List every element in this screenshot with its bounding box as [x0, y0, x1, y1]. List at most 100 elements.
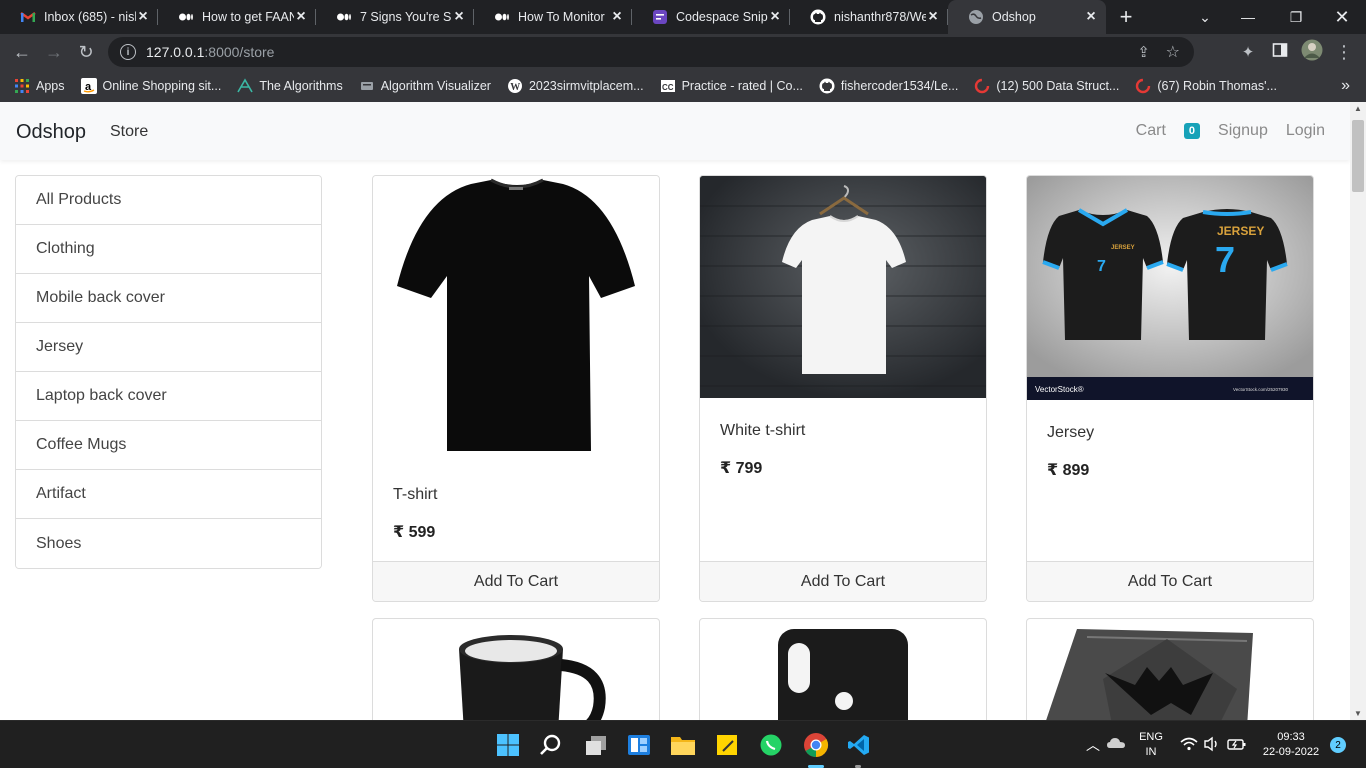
widgets-icon[interactable] — [623, 729, 655, 761]
category-item[interactable]: Clothing — [16, 225, 321, 274]
cart-link[interactable]: Cart 0 — [1118, 122, 1201, 140]
page-scrollbar[interactable]: ▲ ▼ — [1350, 102, 1366, 720]
battery-icon[interactable] — [1227, 736, 1247, 757]
tab-title: 7 Signs You're Sm — [360, 10, 452, 24]
whatsapp-icon[interactable] — [755, 729, 787, 761]
github-icon — [810, 9, 826, 25]
chevron-down-icon: ⌄ — [1199, 8, 1211, 25]
restore-button[interactable]: ❐ — [1274, 0, 1318, 34]
profile-button[interactable] — [1296, 36, 1328, 68]
file-explorer-icon[interactable] — [667, 729, 699, 761]
close-window-button[interactable]: ✕ — [1320, 0, 1364, 34]
tab-codespace[interactable]: Codespace Snipp × — [632, 0, 790, 34]
onedrive-icon[interactable] — [1106, 735, 1126, 756]
arrow-right-icon: → — [45, 41, 63, 62]
tab-medium-2[interactable]: 7 Signs You're Sm × — [316, 0, 474, 34]
sticky-notes-icon[interactable] — [711, 729, 743, 761]
tab-medium-1[interactable]: How to get FAAN × — [158, 0, 316, 34]
product-card: 7 JERSEY JERSEY 7 VectorStock® VectorSto… — [1026, 175, 1314, 602]
bookmark-practice[interactable]: CC Practice - rated | Co... — [660, 78, 803, 94]
login-link[interactable]: Login — [1286, 122, 1325, 140]
product-image[interactable] — [373, 619, 659, 720]
minimize-button[interactable]: — — [1226, 0, 1270, 34]
brand-logo[interactable]: Odshop — [16, 121, 86, 144]
category-item[interactable]: Shoes — [16, 519, 321, 568]
category-item[interactable]: All Products — [16, 176, 321, 225]
signup-link[interactable]: Signup — [1218, 122, 1268, 140]
bookmark-algorithm-visualizer[interactable]: Algorithm Visualizer — [359, 78, 491, 94]
tab-github[interactable]: nishanthr878/We × — [790, 0, 948, 34]
product-image[interactable] — [1027, 619, 1313, 720]
url-host: 127.0.0.1 — [146, 44, 205, 60]
add-to-cart-button[interactable]: Add To Cart — [1027, 561, 1313, 601]
cart-label: Cart — [1135, 122, 1166, 139]
wifi-icon[interactable] — [1180, 736, 1198, 757]
nav-right: Cart 0 Signup Login — [1100, 122, 1325, 140]
bookmark-online-shopping[interactable]: a Online Shopping sit... — [80, 78, 221, 94]
volume-icon[interactable] — [1203, 736, 1221, 757]
codespace-icon — [652, 9, 668, 25]
tab-search-button[interactable]: ⌄ — [1183, 0, 1227, 34]
nav-store-link[interactable]: Store — [110, 123, 148, 141]
input-language[interactable]: ENG IN — [1136, 730, 1166, 760]
chevron-right-icon[interactable]: » — [1341, 77, 1350, 95]
watermark-url: VectorStock.com/25207930 — [1233, 387, 1289, 392]
bookmark-the-algorithms[interactable]: The Algorithms — [237, 78, 343, 94]
vscode-icon[interactable] — [843, 729, 875, 761]
info-icon[interactable]: i — [120, 44, 136, 60]
bookmark-label: The Algorithms — [259, 79, 343, 93]
forward-button[interactable]: → — [38, 36, 70, 68]
category-item[interactable]: Jersey — [16, 323, 321, 372]
product-image[interactable]: 7 JERSEY JERSEY 7 VectorStock® VectorSto… — [1027, 176, 1313, 400]
close-icon[interactable]: × — [768, 8, 782, 26]
bookmark-star-icon[interactable]: ☆ — [1166, 42, 1180, 62]
reload-button[interactable]: ↻ — [70, 36, 102, 68]
product-image[interactable] — [700, 176, 986, 398]
side-panel-button[interactable] — [1264, 36, 1296, 68]
category-item[interactable]: Artifact — [16, 470, 321, 519]
clock[interactable]: 09:33 22-09-2022 — [1256, 730, 1326, 760]
product-card: White t-shirt ₹ 799 Add To Cart — [699, 175, 987, 602]
bookmark-fishercoder[interactable]: fishercoder1534/Le... — [819, 78, 958, 94]
close-icon[interactable]: × — [294, 8, 308, 26]
chevron-up-icon[interactable]: ︿ — [1086, 735, 1100, 755]
product-image[interactable] — [700, 619, 986, 720]
category-item[interactable]: Coffee Mugs — [16, 421, 321, 470]
close-icon[interactable]: × — [1084, 8, 1098, 26]
bookmark-robin-thomas[interactable]: (67) Robin Thomas'... — [1135, 78, 1277, 94]
search-icon[interactable] — [535, 729, 567, 761]
extensions-button[interactable]: ✦ — [1232, 36, 1264, 68]
add-to-cart-button[interactable]: Add To Cart — [373, 561, 659, 601]
category-item[interactable]: Laptop back cover — [16, 372, 321, 421]
add-to-cart-button[interactable]: Add To Cart — [700, 561, 986, 601]
scroll-down-icon[interactable]: ▼ — [1354, 709, 1362, 718]
close-icon[interactable]: × — [926, 8, 940, 26]
tab-gmail[interactable]: Inbox (685) - nish × — [0, 0, 158, 34]
scroll-thumb[interactable] — [1352, 120, 1364, 192]
share-icon[interactable]: ⇪ — [1137, 43, 1150, 61]
bookmark-placement[interactable]: W 2023sirmvitplacem... — [507, 78, 644, 94]
new-tab-button[interactable]: + — [1106, 0, 1146, 34]
product-image[interactable] — [373, 176, 659, 466]
close-icon[interactable]: × — [452, 8, 466, 26]
address-bar[interactable]: i 127.0.0.1:8000/store ⇪ ☆ — [108, 37, 1194, 67]
scroll-up-icon[interactable]: ▲ — [1354, 104, 1362, 113]
close-icon[interactable]: × — [136, 8, 150, 26]
category-item[interactable]: Mobile back cover — [16, 274, 321, 323]
bookmark-data-structures[interactable]: (12) 500 Data Struct... — [974, 78, 1119, 94]
chrome-icon[interactable] — [800, 729, 832, 761]
bookmark-apps[interactable]: Apps — [14, 78, 65, 94]
globe-icon — [968, 9, 984, 25]
task-view-icon[interactable] — [580, 729, 612, 761]
start-icon[interactable] — [492, 729, 524, 761]
tab-odshop[interactable]: Odshop × — [948, 0, 1106, 34]
tab-medium-3[interactable]: How To Monitor × — [474, 0, 632, 34]
product-price: ₹ 899 — [1047, 462, 1090, 479]
menu-button[interactable]: ⋮ — [1328, 36, 1360, 68]
bookmark-label: Practice - rated | Co... — [681, 79, 803, 93]
back-button[interactable]: ← — [6, 36, 38, 68]
kebab-menu-icon: ⋮ — [1335, 41, 1353, 62]
notification-badge[interactable]: 2 — [1330, 737, 1346, 753]
avatar — [1301, 39, 1323, 66]
close-icon[interactable]: × — [610, 8, 624, 26]
